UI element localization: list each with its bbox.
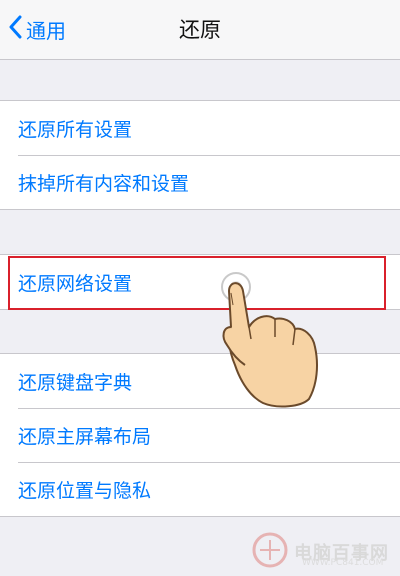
cell-label: 还原主屏幕布局 — [18, 425, 152, 448]
erase-all-content-cell[interactable]: 抹掉所有内容和设置 — [0, 155, 400, 209]
reset-network-settings-cell[interactable]: 还原网络设置 — [0, 255, 400, 309]
cell-label: 抹掉所有内容和设置 — [18, 172, 190, 195]
reset-group-2: 还原网络设置 — [0, 254, 400, 310]
reset-home-screen-layout-cell[interactable]: 还原主屏幕布局 — [0, 408, 400, 462]
reset-keyboard-dictionary-cell[interactable]: 还原键盘字典 — [0, 354, 400, 408]
reset-group-1: 还原所有设置 抹掉所有内容和设置 — [0, 100, 400, 210]
page-title: 还原 — [179, 18, 221, 42]
tap-hand-icon — [205, 265, 335, 410]
watermark: 电脑百事网 WWW.PC841.COM — [250, 528, 400, 576]
cell-label: 还原网络设置 — [18, 272, 133, 295]
reset-location-privacy-cell[interactable]: 还原位置与隐私 — [0, 462, 400, 516]
navigation-bar: 通用 还原 — [0, 0, 400, 60]
watermark-logo-icon — [250, 530, 290, 574]
cell-label: 还原所有设置 — [18, 118, 133, 141]
reset-group-3: 还原键盘字典 还原主屏幕布局 还原位置与隐私 — [0, 353, 400, 517]
cell-label: 还原位置与隐私 — [18, 479, 152, 502]
watermark-subtext: WWW.PC841.COM — [302, 558, 384, 568]
cell-label: 还原键盘字典 — [18, 371, 133, 394]
reset-all-settings-cell[interactable]: 还原所有设置 — [0, 101, 400, 155]
